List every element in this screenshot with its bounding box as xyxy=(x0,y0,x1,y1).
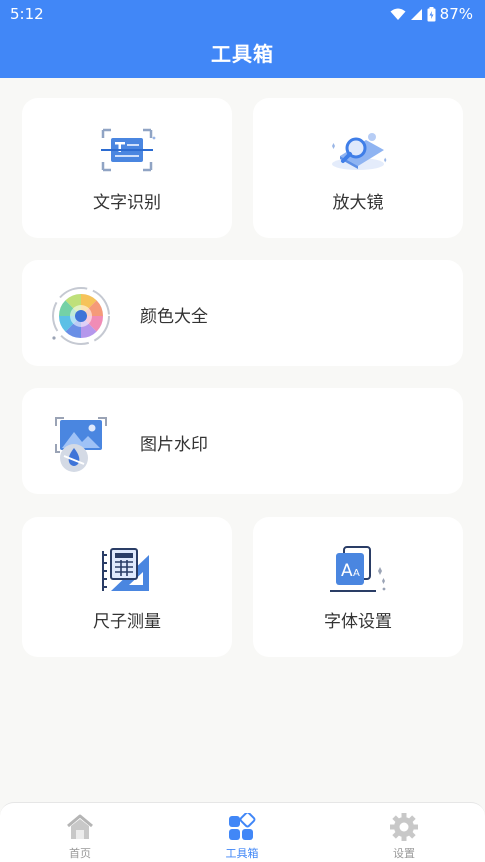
app-bar: 5:12 87% 工具箱 xyxy=(0,0,485,78)
tool-card-magnifier[interactable]: 放大镜 xyxy=(253,98,463,238)
image-watermark-icon xyxy=(55,417,107,472)
magnifier-icon xyxy=(332,133,387,170)
toolbox-icon xyxy=(229,813,256,840)
tool-card-ocr[interactable]: 文字识别 xyxy=(22,98,232,238)
wifi-icon xyxy=(390,8,406,20)
tool-label-magnifier: 放大镜 xyxy=(332,193,384,213)
tab-label-toolbox: 工具箱 xyxy=(225,847,259,860)
battery-icon xyxy=(427,6,436,21)
tool-card-watermark[interactable]: 图片水印 xyxy=(22,388,463,494)
page-title: 工具箱 xyxy=(211,42,274,66)
tool-label-ocr: 文字识别 xyxy=(93,193,161,213)
tab-settings[interactable]: 设置 xyxy=(344,803,464,862)
status-time: 5:12 xyxy=(10,5,44,23)
cellular-signal-icon xyxy=(410,8,422,20)
tool-card-ruler[interactable]: 尺子测量 xyxy=(22,517,232,657)
battery-percent: 87% xyxy=(439,5,473,23)
svg-text:A: A xyxy=(353,568,360,579)
tool-card-font[interactable]: A A 字体设置 xyxy=(253,517,463,657)
tool-label-colors: 颜色大全 xyxy=(140,307,208,327)
tab-toolbox[interactable]: 工具箱 xyxy=(182,803,302,862)
home-icon xyxy=(67,814,93,839)
color-wheel-icon xyxy=(52,287,110,345)
tool-label-ruler: 尺子测量 xyxy=(93,612,161,632)
tab-label-home: 首页 xyxy=(69,847,91,860)
status-icons: 87% xyxy=(390,5,473,23)
svg-text:A: A xyxy=(341,561,353,581)
bottom-tab-bar: 首页 工具箱 设置 xyxy=(0,802,485,862)
tool-card-colors[interactable]: 颜色大全 xyxy=(22,260,463,366)
tab-home[interactable]: 首页 xyxy=(20,803,140,862)
font-icon: A A xyxy=(330,546,386,592)
ruler-icon xyxy=(102,548,149,591)
status-bar: 5:12 87% xyxy=(0,0,485,28)
text-scan-icon xyxy=(101,128,156,172)
tool-label-watermark: 图片水印 xyxy=(140,435,208,455)
gear-icon xyxy=(390,813,418,841)
tool-label-font: 字体设置 xyxy=(324,612,392,632)
tab-label-settings: 设置 xyxy=(393,847,415,860)
